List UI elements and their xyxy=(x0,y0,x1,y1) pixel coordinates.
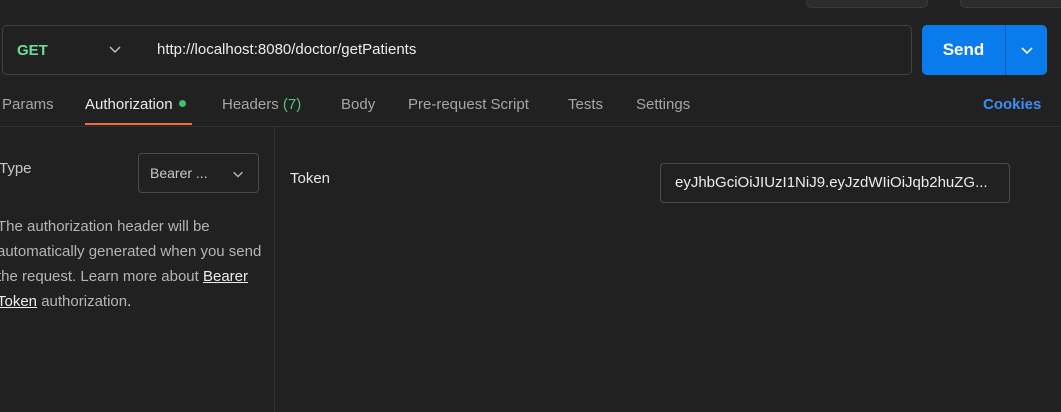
token-label: Token xyxy=(290,170,331,187)
chevron-down-icon xyxy=(109,46,121,54)
auth-type-pane: Type Bearer ... The authorization header… xyxy=(0,127,274,412)
chevron-down-icon xyxy=(1021,47,1033,55)
send-button-group: Send xyxy=(922,25,1047,75)
tab-label: Settings xyxy=(636,96,691,113)
type-label: Type xyxy=(0,160,32,177)
request-tabs: Params Authorization Headers (7) Body Pr… xyxy=(0,86,1061,126)
tab-label: Authorization xyxy=(85,96,173,113)
tab-label: Headers xyxy=(222,96,279,113)
send-options-button[interactable] xyxy=(1006,25,1047,75)
tab-params[interactable]: Params xyxy=(2,96,54,113)
auth-description-suffix: authorization xyxy=(41,293,128,310)
tab-pre-request-script[interactable]: Pre-request Script xyxy=(408,96,529,113)
tab-body[interactable]: Body xyxy=(341,96,375,113)
toolbar-button-partial[interactable] xyxy=(806,0,928,8)
active-tab-indicator xyxy=(85,123,192,125)
tab-count: (7) xyxy=(282,96,302,113)
auth-type-select[interactable]: Bearer ... xyxy=(138,153,259,193)
tab-authorization[interactable]: Authorization xyxy=(85,96,186,113)
token-input[interactable]: eyJhbGciOiJIUzI1NiJ9.eyJzdWIiOiJqb2huZG.… xyxy=(660,163,1010,203)
request-url-bar: GET http://localhost:8080/doctor/getPati… xyxy=(2,25,912,75)
tab-label: Params xyxy=(2,96,54,113)
auth-type-value: Bearer ... xyxy=(150,165,208,181)
toolbar-button-partial[interactable] xyxy=(960,0,1061,8)
chevron-down-icon xyxy=(233,171,243,178)
tab-label: Body xyxy=(341,96,376,113)
tab-label: Tests xyxy=(568,96,604,113)
tab-settings[interactable]: Settings xyxy=(636,96,690,113)
status-dot xyxy=(178,100,186,107)
method-label: GET xyxy=(17,41,48,59)
send-button[interactable]: Send xyxy=(922,25,1005,75)
tab-tests[interactable]: Tests xyxy=(568,96,603,113)
auth-description-end: . xyxy=(127,293,132,310)
tab-headers[interactable]: Headers (7) xyxy=(222,96,301,113)
cookies-link[interactable]: Cookies xyxy=(983,96,1041,113)
pane-divider xyxy=(274,127,275,412)
url-input[interactable]: http://localhost:8080/doctor/getPatients xyxy=(157,26,416,74)
tab-label: Pre-request Script xyxy=(408,96,529,113)
auth-description: The authorization header will be automat… xyxy=(0,214,267,314)
method-select[interactable]: GET xyxy=(17,26,135,74)
